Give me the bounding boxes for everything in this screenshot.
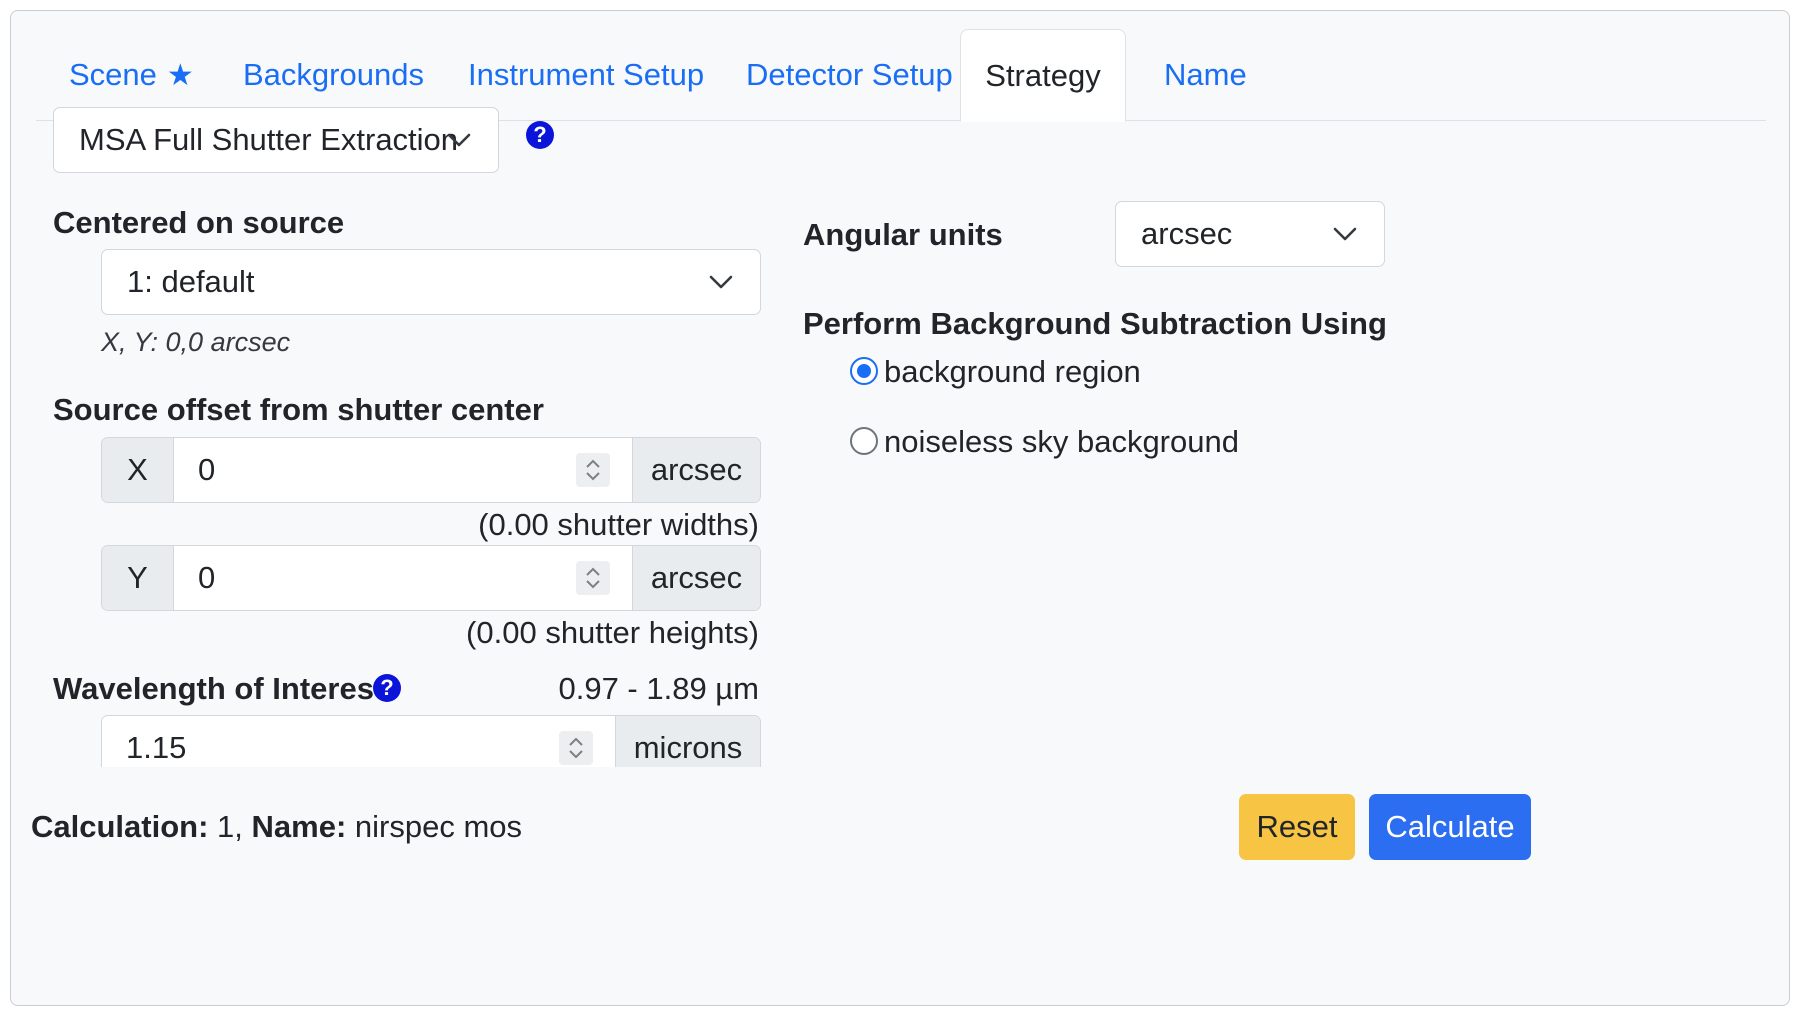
offset-y-prefix: Y: [102, 546, 174, 610]
offset-x-note: (0.00 shutter widths): [478, 507, 759, 542]
angular-units-value: arcsec: [1141, 216, 1233, 251]
strategy-panel: Scene ★ Backgrounds Instrument Setup Det…: [10, 10, 1790, 1006]
tab-strategy-label: Strategy: [985, 57, 1101, 93]
star-icon: ★: [166, 58, 194, 92]
stepper-icon[interactable]: [576, 561, 610, 595]
offset-x-prefix: X: [102, 438, 174, 502]
stepper-icon[interactable]: [576, 453, 610, 487]
radio-noiseless-sky-label: noiseless sky background: [884, 424, 1239, 459]
wavelength-help-icon[interactable]: ?: [373, 674, 401, 702]
tab-scene-label: Scene: [69, 57, 157, 92]
calc-label: Calculation:: [31, 809, 209, 844]
name-value: nirspec mos: [354, 809, 523, 844]
tab-name-label: Name: [1164, 57, 1247, 92]
angular-units-label: Angular units: [803, 217, 1003, 252]
strategy-help-icon[interactable]: ?: [526, 121, 554, 149]
radio-background-region-label: background region: [884, 354, 1141, 389]
reset-button[interactable]: Reset: [1239, 794, 1355, 860]
wavelength-label: Wavelength of Interest: [53, 671, 385, 706]
tab-instrument-setup-label: Instrument Setup: [468, 57, 705, 92]
wavelength-clip: 1.15 microns: [101, 715, 761, 767]
wavelength-value: 1.15: [126, 730, 187, 765]
stepper-icon[interactable]: [559, 731, 593, 765]
centered-on-source-label: Centered on source: [53, 205, 345, 240]
angular-units-select[interactable]: arcsec: [1115, 201, 1385, 267]
offset-x-group: X 0 arcsec: [101, 437, 761, 503]
offset-y-unit: arcsec: [632, 546, 760, 610]
help-glyph: ?: [380, 675, 394, 700]
wavelength-group: 1.15 microns: [101, 715, 761, 767]
wavelength-input[interactable]: 1.15: [102, 716, 615, 767]
radio-background-region[interactable]: [850, 357, 878, 385]
wavelength-range: 0.97 - 1.89 µm: [558, 671, 759, 706]
help-glyph: ?: [533, 122, 547, 147]
name-label: Name:: [251, 809, 347, 844]
offset-x-unit: arcsec: [632, 438, 760, 502]
offset-x-value: 0: [198, 452, 216, 487]
wavelength-unit: microns: [615, 716, 760, 767]
calculation-info: Calculation: 1, Name: nirspec mos: [31, 809, 522, 845]
tab-detector-setup-label: Detector Setup: [746, 57, 953, 92]
offset-y-note: (0.00 shutter heights): [466, 615, 759, 650]
coords-note: X, Y: 0,0 arcsec: [101, 327, 291, 357]
chevron-down-icon: [447, 133, 471, 147]
bg-subtraction-label: Perform Background Subtraction Using: [803, 306, 1387, 341]
tab-strategy[interactable]: Strategy: [960, 29, 1126, 122]
strategy-select-value: MSA Full Shutter Extraction: [79, 122, 459, 157]
tab-backgrounds-label: Backgrounds: [243, 57, 424, 92]
offset-y-value: 0: [198, 560, 216, 595]
chevron-down-icon: [1333, 227, 1357, 241]
strategy-select[interactable]: MSA Full Shutter Extraction: [53, 107, 499, 173]
offset-y-input[interactable]: 0: [174, 546, 632, 610]
centered-source-select[interactable]: 1: default: [101, 249, 761, 315]
offset-x-input[interactable]: 0: [174, 438, 632, 502]
tab-name[interactable]: Name: [1131, 29, 1280, 121]
chevron-down-icon: [709, 275, 733, 289]
calc-value: 1,: [217, 809, 243, 844]
tab-detector-setup[interactable]: Detector Setup: [713, 29, 986, 121]
source-offset-label: Source offset from shutter center: [53, 392, 544, 427]
centered-source-value: 1: default: [127, 264, 255, 299]
calculate-button[interactable]: Calculate: [1369, 794, 1531, 860]
offset-y-group: Y 0 arcsec: [101, 545, 761, 611]
radio-noiseless-sky[interactable]: [850, 427, 878, 455]
